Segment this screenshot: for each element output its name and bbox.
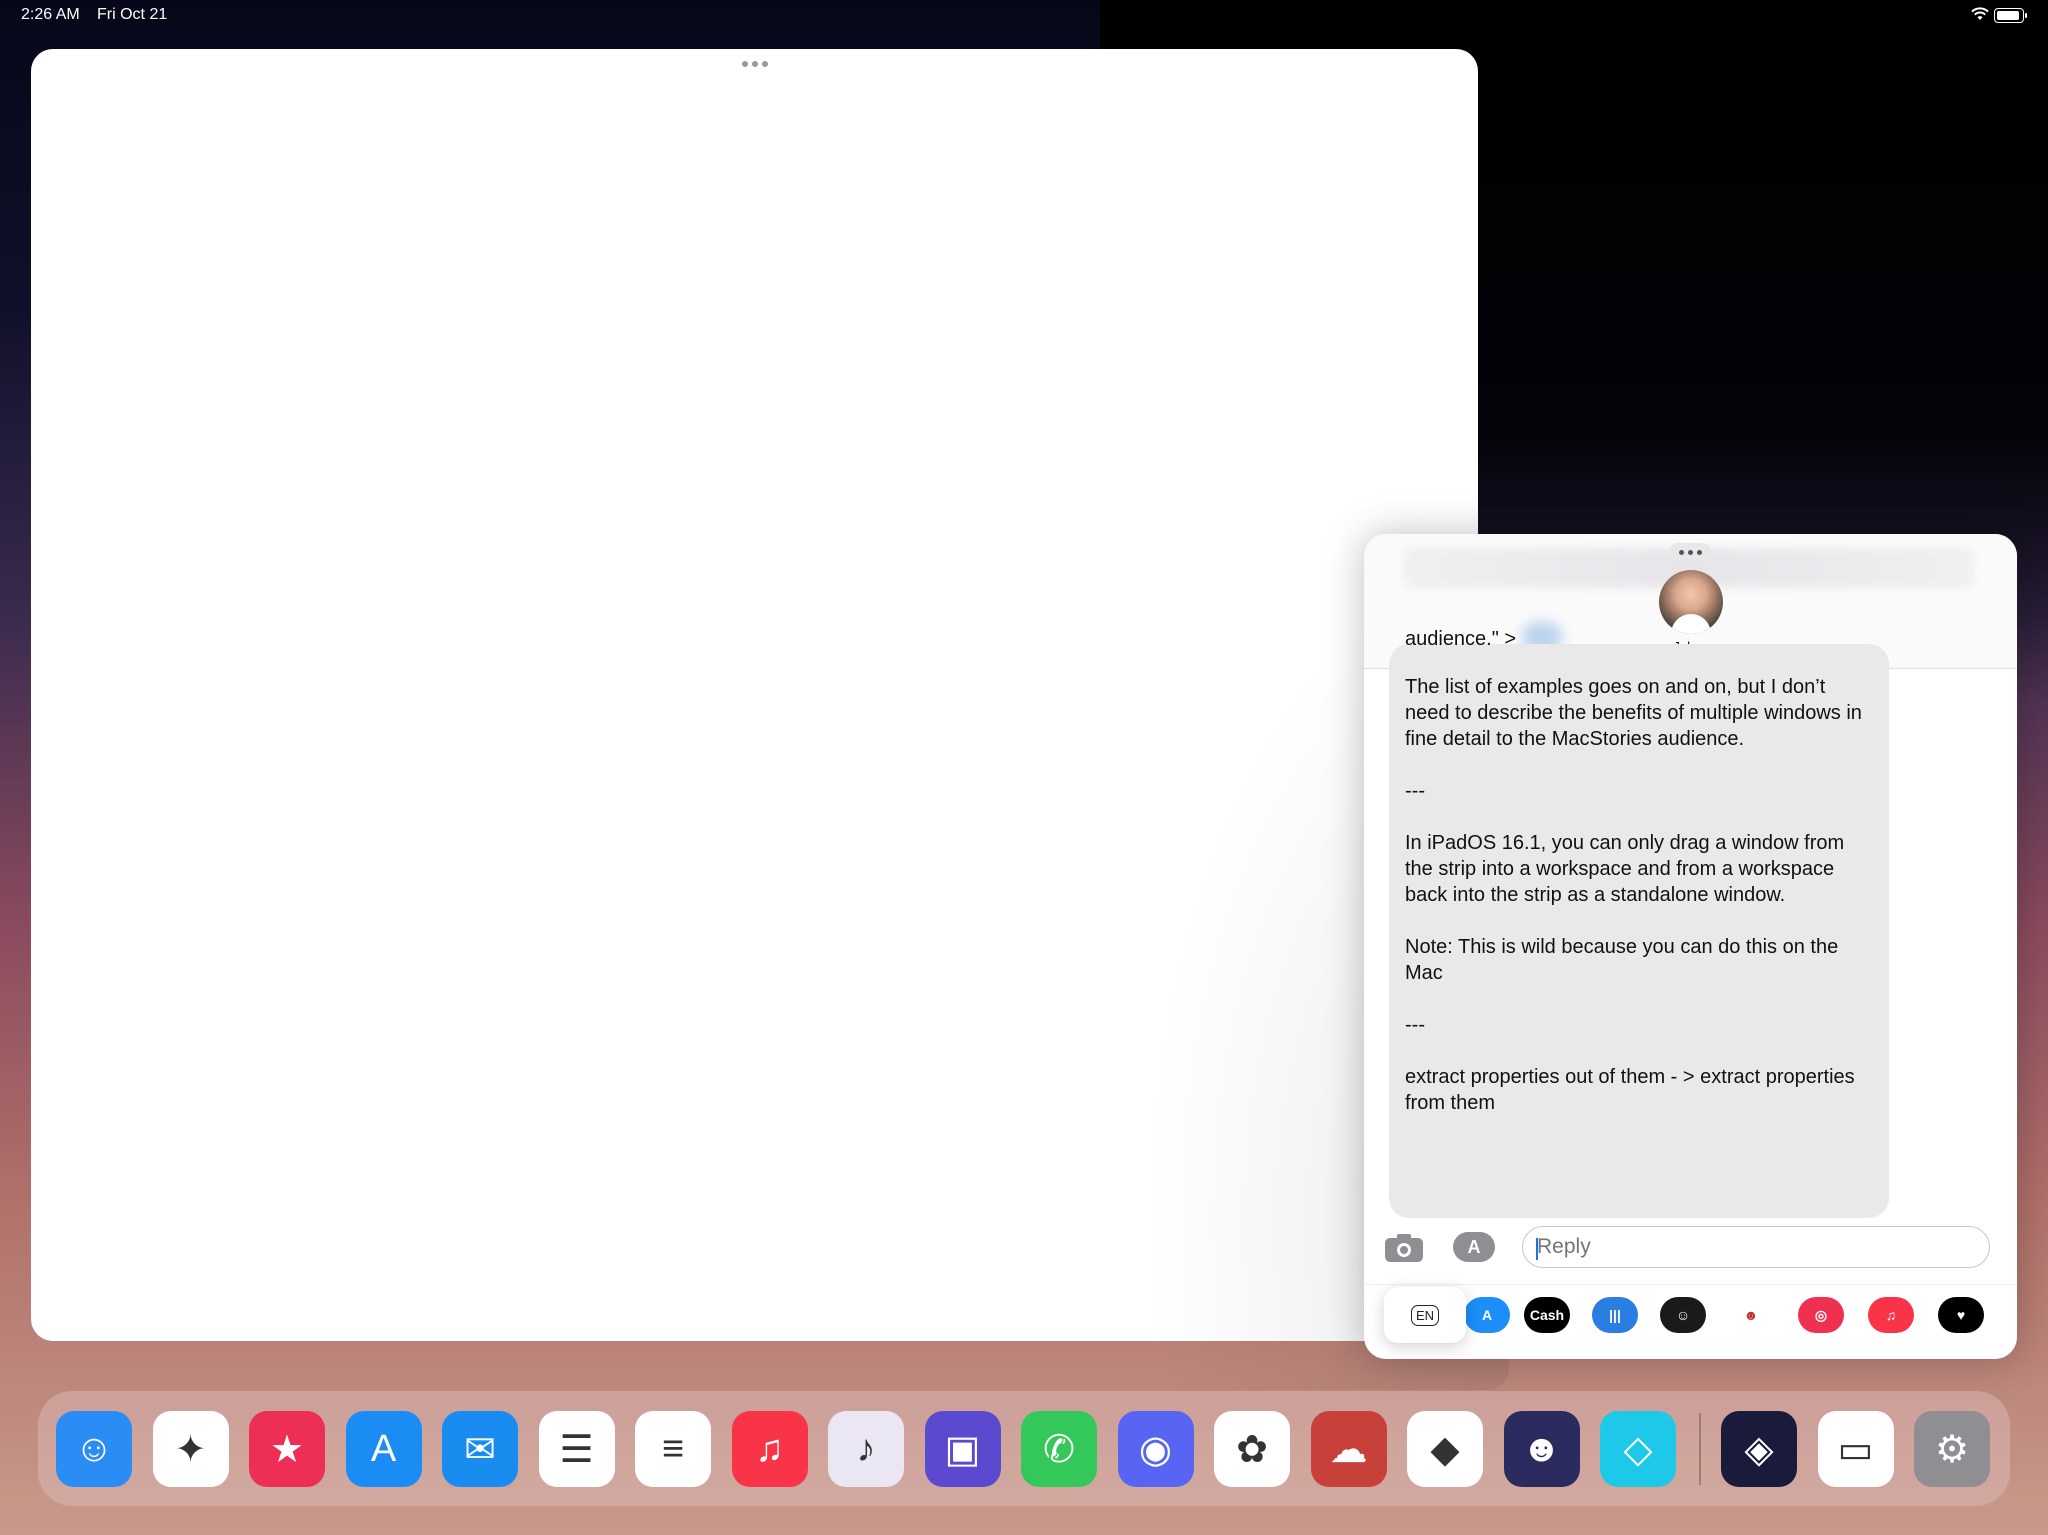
obsidian-icon[interactable]: ◆ (1407, 1411, 1483, 1487)
messages-icon[interactable]: ✆ (1021, 1411, 1097, 1487)
memoji-icon[interactable]: ☺ (1660, 1297, 1706, 1333)
avatar[interactable] (1659, 570, 1723, 634)
message-bubble[interactable]: audience." > The list of examples goes o… (1389, 628, 1889, 1218)
blank-app-window[interactable] (31, 49, 1509, 1390)
tailscale-icon[interactable]: ◇ (1600, 1411, 1676, 1487)
wifi-icon (1971, 7, 1989, 20)
digital-touch-icon[interactable]: ♥ (1938, 1297, 1984, 1333)
window-grabber-icon[interactable] (1669, 543, 1711, 561)
message-paragraph: The list of examples goes on and on, but… (1405, 676, 1862, 750)
music-icon[interactable]: ♫ (1868, 1297, 1914, 1333)
mastodon-icon[interactable]: ▣ (924, 1411, 1001, 1487)
reply-input[interactable] (1522, 1226, 1990, 1268)
apple-cash-icon[interactable]: Cash (1524, 1297, 1570, 1333)
goodlinks-icon[interactable]: ★ (249, 1411, 325, 1487)
files-icon[interactable]: ▭ (1817, 1411, 1894, 1487)
app-store-toggle-button[interactable]: A (1453, 1232, 1495, 1262)
reminders-icon[interactable]: ☰ (538, 1411, 615, 1487)
status-time: 2:26 AM (21, 6, 80, 23)
message-paragraph: --- (1405, 1014, 1425, 1036)
message-paragraph: extract properties out of them - > extra… (1405, 1066, 1855, 1114)
battery-icon (1994, 8, 2027, 23)
window-grabber-icon[interactable] (742, 61, 768, 67)
images-search-icon[interactable]: ◎ (1798, 1297, 1844, 1333)
compose-bar: A (1364, 1222, 2017, 1282)
status-bar: 2:26 AM Fri Oct 21 (0, 0, 2048, 32)
discord-icon[interactable]: ◉ (1117, 1411, 1194, 1487)
camera-button[interactable] (1385, 1232, 1423, 1262)
dock-divider (1699, 1413, 1701, 1485)
audio-message-icon[interactable]: ||| (1592, 1297, 1638, 1333)
settings-icon[interactable]: ⚙ (1914, 1411, 1990, 1487)
app-store-icon[interactable]: A (345, 1411, 422, 1487)
animoji-icon[interactable]: ☻ (1728, 1297, 1774, 1333)
mail-icon[interactable]: ✉ (442, 1411, 518, 1487)
shortcuts-icon[interactable]: ◈ (1721, 1411, 1797, 1487)
robot-app-icon[interactable]: ☻ (1503, 1411, 1580, 1487)
keyboard-language-popup[interactable]: EN (1384, 1287, 1466, 1343)
imessage-app-strip: ♥ ♫ ◎ ☻ ☺ ||| Cash A EN (1364, 1284, 2017, 1355)
message-paragraph: Note: This is wild because you can do th… (1405, 936, 1839, 984)
marvis-icon[interactable]: ♪ (828, 1411, 904, 1487)
messages-window[interactable]: John› audience." > The list of examples … (1364, 534, 2017, 1359)
dock: ☺ ✦ ★ A ✉ ☰ ≡ ♫ ♪ ▣ ✆ ◉ ✿ ☁ ◆ ☻ ◇ ◈ ▭ ⚙ (38, 1391, 2010, 1506)
cloud-app-icon[interactable]: ☁ (1310, 1411, 1387, 1487)
text-caret (1536, 1238, 1538, 1260)
photos-icon[interactable]: ✿ (1214, 1411, 1290, 1487)
camera-icon (1397, 1243, 1411, 1257)
app-store-icon: A (1467, 1237, 1481, 1257)
music-icon[interactable]: ♫ (731, 1411, 808, 1487)
keyboard-language-badge: EN (1410, 1304, 1440, 1326)
message-paragraph: --- (1405, 780, 1425, 802)
finder-icon[interactable]: ☺ (56, 1411, 132, 1487)
safari-icon[interactable]: ✦ (152, 1411, 229, 1487)
notes-icon[interactable]: ≡ (635, 1411, 711, 1487)
message-paragraph: In iPadOS 16.1, you can only drag a wind… (1405, 832, 1845, 906)
status-date: Fri Oct 21 (97, 6, 168, 23)
message-paragraph: audience." > (1405, 628, 1517, 650)
app-store-icon[interactable]: A (1464, 1297, 1510, 1333)
